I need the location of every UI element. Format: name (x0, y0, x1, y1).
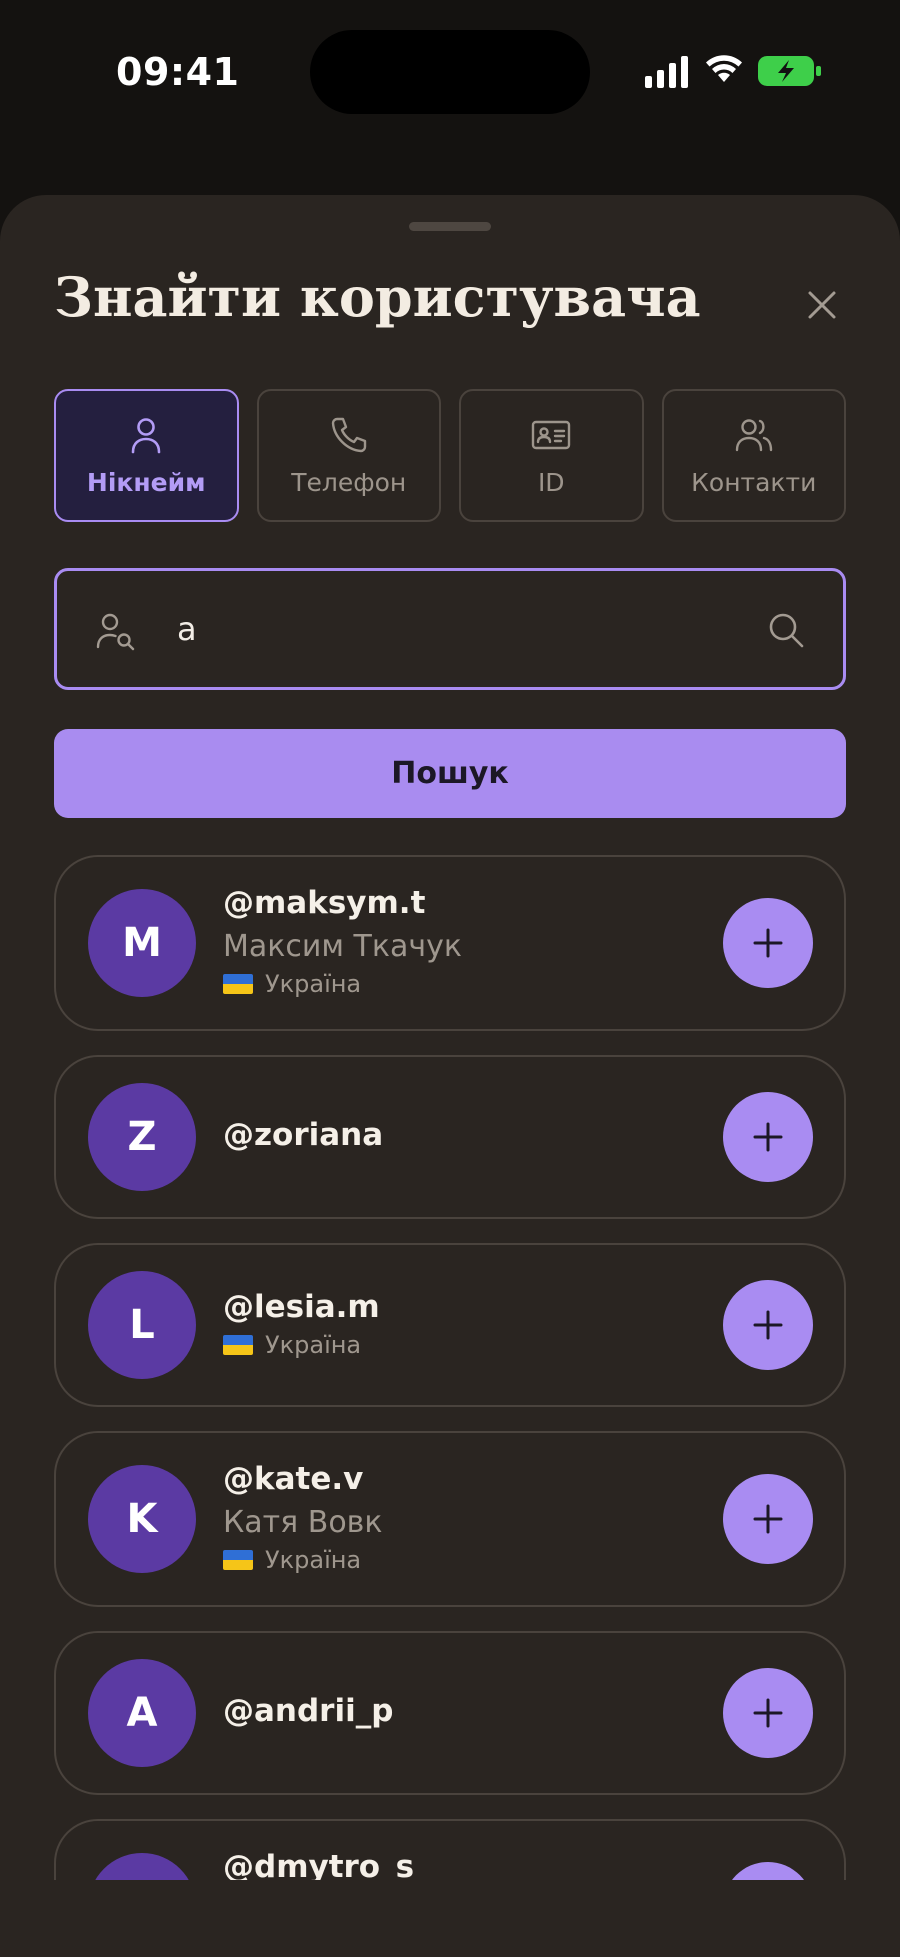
tab-nickname[interactable]: Нікнейм (54, 389, 239, 522)
plus-icon (753, 928, 783, 958)
search-input[interactable] (177, 595, 737, 663)
tab-id[interactable]: ID (459, 389, 644, 522)
add-user-button[interactable] (723, 898, 813, 988)
avatar: L (88, 1271, 196, 1379)
add-user-button[interactable] (723, 1668, 813, 1758)
tab-label: Контакти (691, 468, 817, 497)
add-user-button[interactable] (723, 1280, 813, 1370)
search-mode-tabs: Нікнейм Телефон ID Контакти (54, 389, 846, 522)
search-button[interactable]: Пошук (54, 729, 846, 818)
user-info: @kate.v Катя Вовк Україна (223, 1461, 382, 1574)
country-name: Україна (265, 970, 362, 998)
tab-contacts[interactable]: Контакти (661, 389, 846, 522)
ukraine-flag-icon (223, 1550, 253, 1570)
username: @andrii_p (223, 1693, 394, 1729)
results-list: M @maksym.t Максим Ткачук Україна Z @zor… (54, 855, 846, 1957)
battery-charging-icon (758, 56, 821, 86)
username: @lesia.m (223, 1289, 380, 1325)
plus-icon (753, 1504, 783, 1534)
search-icon[interactable] (765, 609, 807, 651)
add-user-button[interactable] (723, 1092, 813, 1182)
user-info: @lesia.m Україна (223, 1289, 380, 1359)
id-card-icon (532, 420, 571, 450)
sheet-title: Знайти користувача (54, 265, 701, 329)
user-search-icon (96, 613, 135, 651)
avatar: Z (88, 1083, 196, 1191)
dynamic-island (310, 30, 590, 114)
find-user-sheet: Знайти користувача Нікнейм Телефон ID Ко… (0, 195, 900, 1957)
username: @maksym.t (223, 885, 426, 921)
username: @zoriana (223, 1117, 384, 1153)
avatar: M (88, 889, 196, 997)
tab-label: ID (537, 468, 565, 497)
sheet-grabber[interactable] (409, 222, 491, 231)
plus-icon (753, 1310, 783, 1340)
contacts-icon (735, 419, 772, 452)
avatar: K (88, 1465, 196, 1573)
ukraine-flag-icon (223, 1335, 253, 1355)
username: @kate.v (223, 1461, 364, 1497)
close-icon[interactable] (800, 283, 844, 327)
country: Україна (223, 970, 462, 998)
country-name: Україна (265, 1546, 362, 1574)
search-field[interactable] (54, 568, 846, 690)
wifi-icon (706, 55, 742, 82)
add-user-button[interactable] (723, 1474, 813, 1564)
user-card[interactable]: K @kate.v Катя Вовк Україна (54, 1431, 846, 1607)
user-info: @andrii_p (223, 1693, 393, 1729)
user-info: @zoriana (223, 1117, 383, 1153)
country: Україна (223, 1331, 380, 1359)
country-name: Україна (265, 1331, 362, 1359)
user-card[interactable]: L @lesia.m Україна (54, 1243, 846, 1407)
country: Україна (223, 1546, 382, 1574)
tab-phone[interactable]: Телефон (256, 389, 441, 522)
full-name: Катя Вовк (223, 1505, 383, 1540)
status-time: 09:41 (116, 50, 240, 94)
signal-icon (645, 56, 688, 88)
plus-icon (753, 1698, 783, 1728)
user-card[interactable]: M @maksym.t Максим Ткачук Україна (54, 855, 846, 1031)
full-name: Максим Ткачук (223, 929, 462, 964)
bottom-cutoff (0, 1880, 900, 1957)
user-info: @maksym.t Максим Ткачук Україна (223, 885, 462, 998)
tab-label: Телефон (291, 468, 407, 497)
user-card[interactable]: Z @zoriana (54, 1055, 846, 1219)
phone-icon (331, 417, 366, 453)
plus-icon (753, 1122, 783, 1152)
tab-label: Нікнейм (86, 468, 206, 497)
ukraine-flag-icon (223, 974, 253, 994)
user-card[interactable]: A @andrii_p (54, 1631, 846, 1795)
status-bar: 09:41 (0, 0, 900, 150)
avatar: A (88, 1659, 196, 1767)
user-icon (131, 418, 161, 454)
